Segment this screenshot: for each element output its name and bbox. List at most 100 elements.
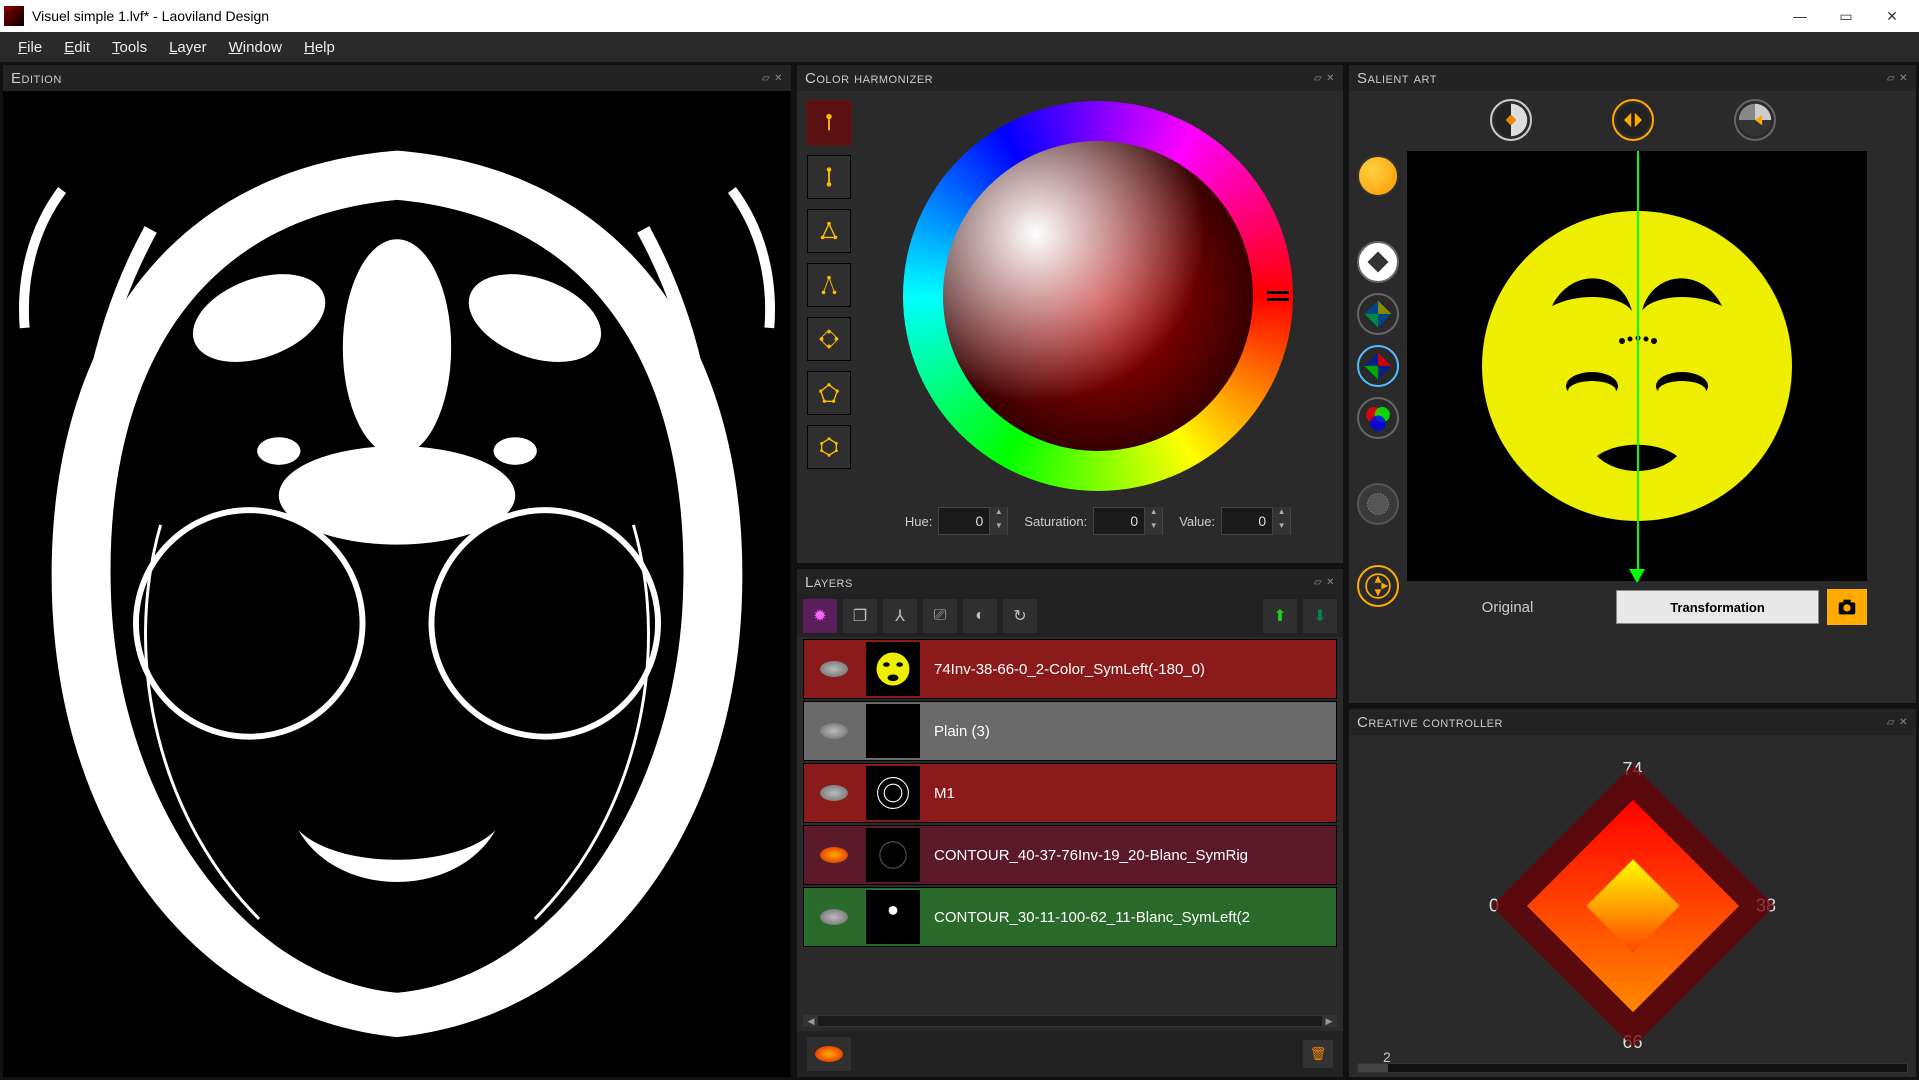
visibility-toggle-icon[interactable]	[804, 764, 864, 822]
salient-transformation-tab[interactable]: Transformation	[1616, 590, 1819, 624]
layer-row[interactable]: CONTOUR_30-11-100-62_11-Blanc_SymLeft(2	[803, 887, 1337, 947]
chevron-down-icon[interactable]: ▼	[1272, 521, 1290, 535]
chevron-up-icon[interactable]: ▲	[989, 507, 1007, 521]
hue-input[interactable]: ▲▼	[938, 507, 1008, 535]
cc-scroll-value: 2	[1383, 1049, 1391, 1065]
salient-fill-yellow-icon[interactable]	[1357, 155, 1399, 197]
layers-duplicate-icon[interactable]: ❐	[843, 599, 877, 633]
layer-move-down-icon[interactable]: ⬇	[1303, 599, 1337, 633]
harmony-triad-icon[interactable]	[807, 209, 851, 253]
harmony-square-icon[interactable]	[807, 317, 851, 361]
layers-reset-icon[interactable]: ↻	[1003, 599, 1037, 633]
maximize-button[interactable]: ▭	[1823, 0, 1869, 32]
window-titlebar: Visuel simple 1.lvf* - Laoviland Design …	[0, 0, 1919, 32]
dock-close-icon[interactable]: ✕	[1326, 577, 1335, 588]
harmony-split-icon[interactable]	[807, 263, 851, 307]
delete-layer-icon[interactable]: 🗑	[1303, 1040, 1333, 1068]
visibility-toggle-icon[interactable]	[804, 888, 864, 946]
layer-row[interactable]: CONTOUR_40-37-76Inv-19_20-Blanc_SymRig	[803, 825, 1337, 885]
color-wheel[interactable]	[903, 101, 1293, 491]
menu-window[interactable]: Window	[219, 35, 292, 60]
layer-move-up-icon[interactable]: ⬆	[1263, 599, 1297, 633]
salient-canvas[interactable]	[1407, 151, 1867, 581]
layers-opacity-icon[interactable]: ◐	[963, 599, 997, 633]
menu-tools[interactable]: Tools	[102, 35, 157, 60]
panel-title-creative-controller: Creative controller	[1357, 714, 1503, 731]
visibility-toggle-icon[interactable]	[804, 640, 864, 698]
chevron-left-icon[interactable]: ◀	[804, 1016, 818, 1026]
dock-close-icon[interactable]: ✕	[1326, 73, 1335, 84]
visibility-toggle-icon[interactable]	[804, 826, 864, 884]
salient-original-label: Original	[1407, 599, 1608, 616]
camera-icon	[1836, 596, 1858, 618]
layers-effects-icon[interactable]: ✹	[803, 599, 837, 633]
snapshot-button[interactable]	[1827, 589, 1867, 625]
chevron-right-icon[interactable]: ▶	[1322, 1016, 1336, 1026]
layers-anchor-icon[interactable]: ⎚	[923, 599, 957, 633]
minimize-button[interactable]: —	[1777, 0, 1823, 32]
harmony-hexagon-icon[interactable]	[807, 425, 851, 469]
cc-diamond-icon[interactable]	[1526, 800, 1738, 1012]
panel-title-salient-art: Salient art	[1357, 70, 1437, 87]
edition-canvas[interactable]	[3, 91, 791, 1077]
salient-color1-icon[interactable]	[1357, 293, 1399, 335]
layer-name: Plain (3)	[922, 723, 1336, 740]
menu-layer[interactable]: Layer	[159, 35, 217, 60]
panel-salient-art: Salient art ▱ ✕	[1348, 64, 1917, 704]
menu-bar: File Edit Tools Layer Window Help	[0, 32, 1919, 62]
layers-merge-icon[interactable]: ⅄	[883, 599, 917, 633]
panel-color-harmonizer: Color harmonizer ▱✕	[796, 64, 1344, 564]
layer-row[interactable]: Plain (3)	[803, 701, 1337, 761]
salient-target-icon[interactable]	[1357, 565, 1399, 607]
salient-rgb-icon[interactable]	[1357, 397, 1399, 439]
close-button[interactable]: ✕	[1869, 0, 1915, 32]
harmony-pentagon-icon[interactable]	[807, 371, 851, 415]
salient-checker-icon[interactable]	[1357, 483, 1399, 525]
chevron-down-icon[interactable]: ▼	[1144, 521, 1162, 535]
harmony-single-icon[interactable]	[807, 101, 851, 145]
chevron-up-icon[interactable]: ▲	[1144, 507, 1162, 521]
menu-help[interactable]: Help	[294, 35, 345, 60]
layer-row[interactable]: 74Inv-38-66-0_2-Color_SymLeft(-180_0)	[803, 639, 1337, 699]
symmetry-axis-icon	[1637, 151, 1639, 581]
dock-close-icon[interactable]: ✕	[1899, 73, 1908, 84]
harmony-complementary-icon[interactable]	[807, 155, 851, 199]
chevron-down-icon[interactable]: ▼	[989, 521, 1007, 535]
layers-scrollbar[interactable]: ◀ ▶	[803, 1015, 1337, 1027]
layers-preview-icon[interactable]	[807, 1037, 851, 1071]
dock-float-icon[interactable]: ▱	[762, 73, 770, 84]
visibility-toggle-icon[interactable]	[804, 702, 864, 760]
panel-title-layers: Layers	[805, 574, 853, 591]
window-title: Visuel simple 1.lvf* - Laoviland Design	[32, 8, 1777, 24]
arrow-down-icon	[1629, 569, 1645, 583]
menu-file[interactable]: File	[8, 35, 52, 60]
salient-mode-mirror-icon[interactable]	[1612, 99, 1654, 141]
dock-float-icon[interactable]: ▱	[1314, 577, 1322, 588]
panel-layers: Layers ▱ ✕ ✹ ❐ ⅄ ⎚ ◐ ↻ ⬆ ⬇	[796, 568, 1344, 1078]
dock-float-icon[interactable]: ▱	[1887, 717, 1895, 728]
cc-scrollbar-thumb[interactable]	[1358, 1064, 1388, 1072]
menu-edit[interactable]: Edit	[54, 35, 100, 60]
value-input[interactable]: ▲▼	[1221, 507, 1291, 535]
salient-color2-icon[interactable]	[1357, 345, 1399, 387]
hue-marker-icon[interactable]	[1267, 291, 1289, 301]
value-label: Value:	[1179, 514, 1215, 529]
salient-mode-bw-icon[interactable]	[1490, 99, 1532, 141]
dock-close-icon[interactable]: ✕	[1899, 717, 1908, 728]
chevron-up-icon[interactable]: ▲	[1272, 507, 1290, 521]
saturation-label: Saturation:	[1024, 514, 1087, 529]
creative-controller-pad[interactable]: 74 38 66 0 2	[1349, 735, 1916, 1077]
layer-thumbnail	[866, 828, 920, 882]
panel-edition: Edition ▱✕	[2, 64, 792, 1078]
salient-shape-icon[interactable]	[1357, 241, 1399, 283]
layer-row[interactable]: M1	[803, 763, 1337, 823]
dock-close-icon[interactable]: ✕	[774, 73, 783, 84]
dock-float-icon[interactable]: ▱	[1887, 73, 1895, 84]
layer-list: 74Inv-38-66-0_2-Color_SymLeft(-180_0) Pl…	[797, 637, 1343, 1011]
layer-name: 74Inv-38-66-0_2-Color_SymLeft(-180_0)	[922, 661, 1336, 678]
layer-name: CONTOUR_30-11-100-62_11-Blanc_SymLeft(2	[922, 909, 1336, 926]
cc-scrollbar[interactable]	[1357, 1063, 1908, 1073]
saturation-input[interactable]: ▲▼	[1093, 507, 1163, 535]
dock-float-icon[interactable]: ▱	[1314, 73, 1322, 84]
salient-mode-quad-icon[interactable]	[1734, 99, 1776, 141]
